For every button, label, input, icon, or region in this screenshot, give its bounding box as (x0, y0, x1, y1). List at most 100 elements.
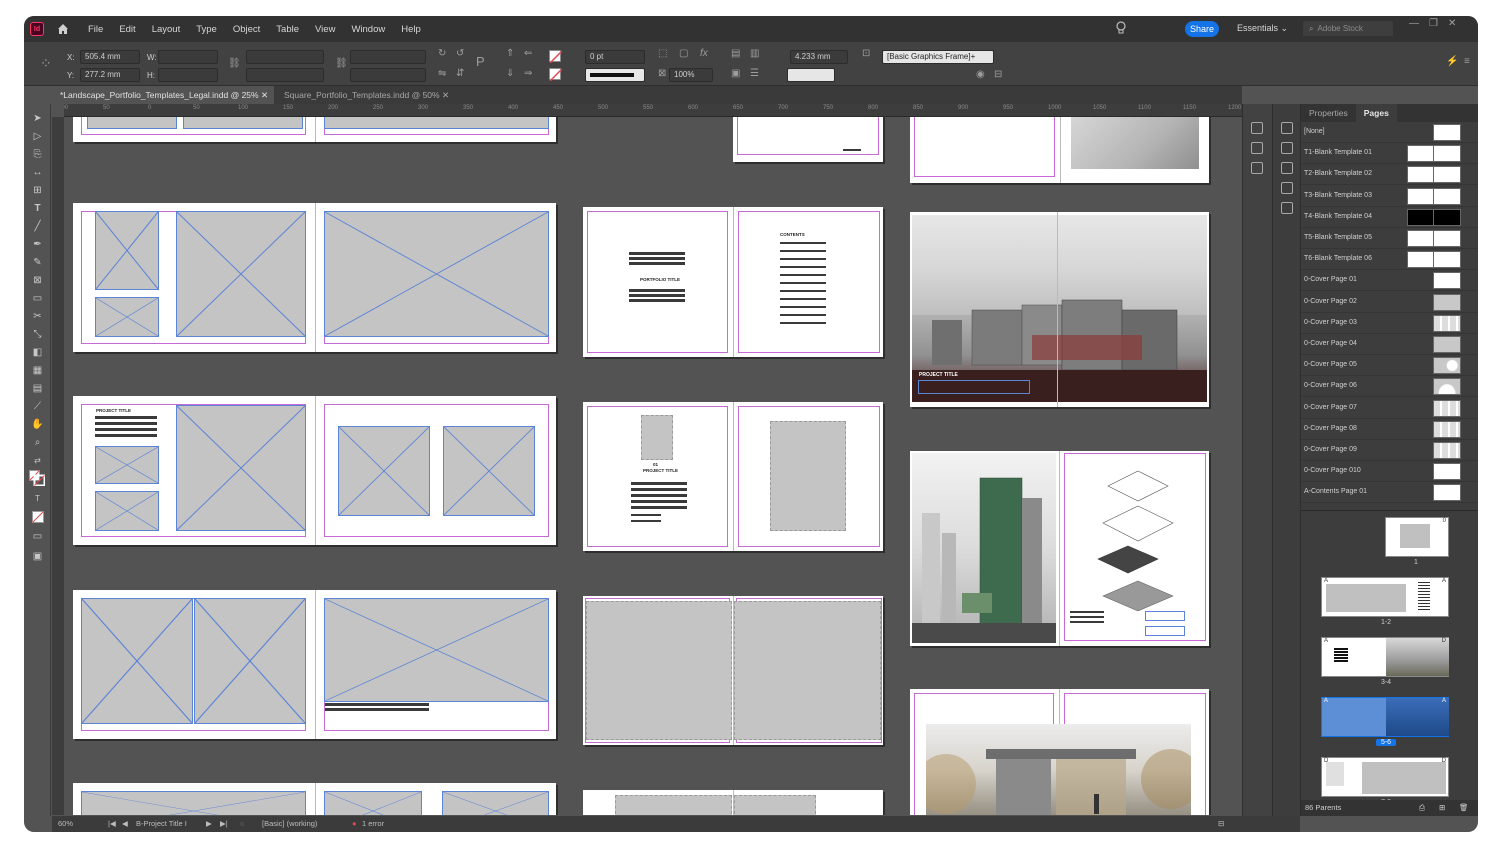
image-placeholder-frame[interactable] (615, 795, 732, 815)
parent-page-row[interactable]: 0-Cover Page 05 (1301, 355, 1478, 377)
menu-window[interactable]: Window (343, 24, 393, 35)
rectangle-tool-icon[interactable]: ▭ (31, 292, 44, 305)
workspace-switcher[interactable]: Essentials ⌄ (1237, 23, 1288, 34)
auto-fit-icon[interactable]: ⊡ (862, 48, 870, 59)
image-placeholder-frame[interactable] (641, 415, 673, 460)
character-styles-icon[interactable] (1251, 142, 1263, 154)
page[interactable] (315, 117, 556, 142)
image-placeholder-frame[interactable] (95, 297, 159, 337)
page[interactable] (583, 596, 732, 745)
contents-heading[interactable]: CONTENTS (780, 232, 805, 237)
spread-layout-b[interactable]: PROJECT TITLE (73, 396, 556, 545)
page[interactable] (73, 117, 314, 142)
select-content-icon[interactable]: P (476, 54, 485, 69)
project-title-text[interactable]: PROJECT TITLE (643, 468, 678, 473)
lightning-icon[interactable]: ⚡ (1446, 56, 1458, 67)
stroke-swatch-icon[interactable] (549, 68, 563, 82)
new-page-icon[interactable]: ⊞ (1439, 800, 1445, 816)
select-next-icon[interactable]: ⇒ (524, 68, 532, 79)
rotate-cw-icon[interactable]: ↻ (438, 48, 446, 59)
page[interactable]: CONTENTS (733, 207, 883, 357)
layers-icon[interactable] (1281, 122, 1293, 134)
presentation-mode-icon[interactable]: ▣ (31, 550, 44, 563)
page[interactable] (315, 203, 556, 352)
adobe-stock-search[interactable]: ⌕ Adobe Stock (1303, 21, 1393, 36)
rotate-ccw-icon[interactable]: ↺ (456, 48, 464, 59)
spread-partial-bottom-left[interactable] (73, 783, 556, 815)
pages-panel-icon[interactable] (1251, 122, 1263, 134)
parent-page-row[interactable]: T5-Blank Template 05 (1301, 228, 1478, 249)
spread-project-intro[interactable]: 01 PROJECT TITLE (583, 402, 883, 551)
menu-help[interactable]: Help (393, 24, 429, 35)
page[interactable] (315, 396, 556, 545)
flip-vertical-icon[interactable]: ⇵ (456, 68, 464, 79)
page[interactable]: PORTFOLIO TITLE (583, 207, 732, 357)
image-placeholder-frame[interactable] (176, 211, 306, 337)
shear-field[interactable] (350, 68, 426, 82)
page[interactable] (73, 203, 314, 352)
architecture-photo[interactable] (1071, 117, 1199, 169)
project-title-overlay[interactable]: PROJECT TITLE (919, 372, 958, 378)
scale-y-field[interactable] (246, 68, 324, 82)
menu-edit[interactable]: Edit (111, 24, 143, 35)
page-thumbnail-selected[interactable]: A A (1321, 697, 1449, 737)
record-icon[interactable]: ◉ (976, 69, 985, 80)
content-collector-icon[interactable]: ⊞ (31, 184, 44, 197)
gap-tool-icon[interactable]: ↔ (31, 166, 44, 179)
page[interactable] (73, 783, 314, 815)
type-tool-icon[interactable]: T (31, 202, 44, 215)
panels-toggle-icon[interactable]: ⊟ (1218, 819, 1224, 828)
menu-layout[interactable]: Layout (144, 24, 189, 35)
image-placeholder-frame[interactable] (87, 117, 177, 129)
gradient-feather-tool-icon[interactable]: ▦ (31, 364, 44, 377)
spread-full-image[interactable] (583, 596, 883, 745)
paragraph-styles-icon[interactable] (1251, 162, 1263, 174)
screen-mode-icon[interactable]: ▭ (31, 530, 44, 543)
select-container-icon[interactable]: ⇑ (506, 48, 514, 59)
horizontal-ruler[interactable]: 1005005010015020025030035040045050055060… (64, 104, 1242, 117)
page[interactable] (315, 783, 556, 815)
swatches-icon[interactable] (1281, 182, 1293, 194)
parent-page-row[interactable]: 0-Cover Page 08 (1301, 419, 1478, 440)
tab-pages[interactable]: Pages (1355, 104, 1397, 122)
tab-square-portfolio[interactable]: Square_Portfolio_Templates.indd @ 50% ✕ (276, 86, 452, 104)
stroke-weight-field[interactable]: 0 pt (585, 50, 645, 64)
tab-landscape-portfolio[interactable]: *Landscape_Portfolio_Templates_Legal.ind… (52, 86, 274, 104)
close-icon[interactable]: ✕ (1448, 18, 1456, 29)
select-content-down-icon[interactable]: ⇓ (506, 68, 514, 79)
close-tab-icon[interactable]: ✕ (442, 90, 449, 100)
pencil-tool-icon[interactable]: ✎ (31, 256, 44, 269)
spread-partial-top-left[interactable] (73, 117, 556, 142)
menu-table[interactable]: Table (268, 24, 307, 35)
image-placeholder-frame[interactable] (770, 421, 846, 531)
spread-partial-top-right[interactable] (910, 117, 1209, 183)
image-placeholder-frame[interactable] (183, 117, 303, 129)
page[interactable] (910, 117, 1059, 183)
default-fill-stroke-icon[interactable]: ⇄ (31, 454, 44, 467)
fill-swatch-icon[interactable] (549, 50, 563, 64)
parent-page-row[interactable]: 0-Cover Page 07 (1301, 398, 1478, 419)
corner-options-icon[interactable]: ▢ (679, 48, 688, 59)
image-placeholder-frame[interactable] (586, 601, 732, 740)
image-placeholder-frame[interactable] (95, 446, 159, 484)
parent-page-row[interactable]: 0-Cover Page 04 (1301, 334, 1478, 355)
project-title-heading[interactable]: PROJECT TITLE (96, 408, 131, 413)
image-placeholder-frame[interactable] (176, 405, 306, 531)
page-thumbnail[interactable]: A D (1321, 637, 1449, 677)
page[interactable]: PROJECT TITLE (73, 396, 314, 545)
previous-page-icon[interactable]: ◀ (122, 819, 128, 828)
menu-type[interactable]: Type (188, 24, 225, 35)
image-placeholder-frame[interactable] (324, 598, 549, 702)
page-thumbnail[interactable]: D D (1321, 757, 1449, 797)
eyedropper-tool-icon[interactable]: ⟋ (31, 400, 44, 413)
parent-page-row[interactable]: T3-Blank Template 03 (1301, 186, 1478, 207)
page[interactable] (1060, 117, 1209, 183)
stroke-type-dropdown[interactable] (585, 68, 645, 82)
page-thumbnail[interactable]: 0 (1385, 517, 1449, 557)
reference-point-icon[interactable]: ⁘ (40, 55, 52, 72)
share-button[interactable]: Share (1185, 21, 1219, 37)
image-placeholder-frame[interactable] (734, 795, 816, 815)
page-tool-icon[interactable]: ⎘ (31, 148, 44, 161)
height-field[interactable] (158, 68, 218, 82)
page[interactable] (315, 590, 556, 739)
